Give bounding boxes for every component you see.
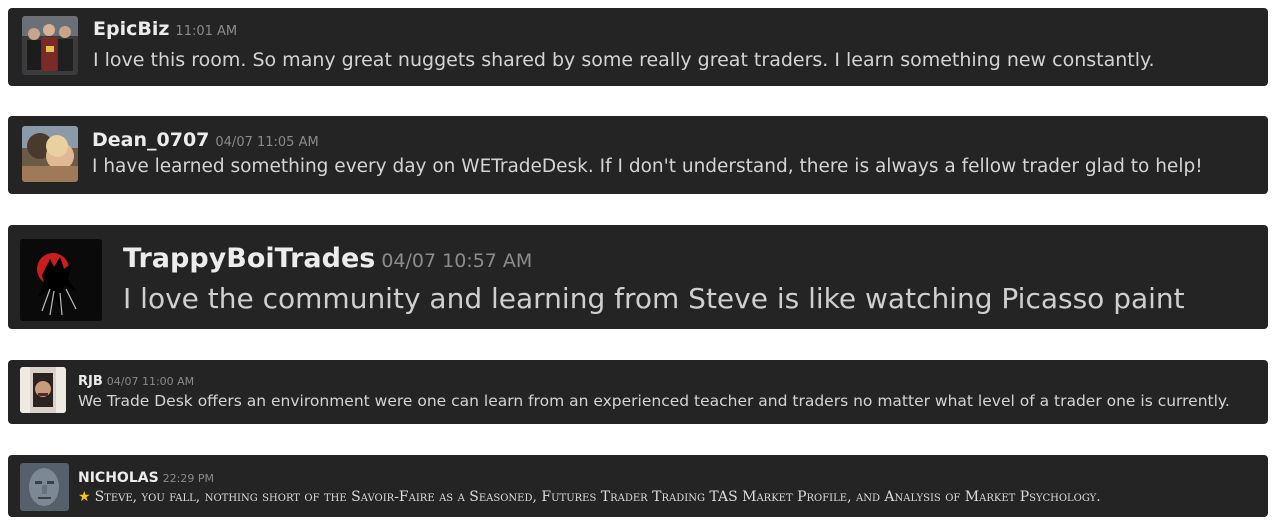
star-icon: ★ xyxy=(78,489,91,505)
group-photo-avatar-icon xyxy=(22,16,78,75)
message-header: TrappyBoiTrades 04/07 10:57 AM xyxy=(123,243,532,274)
username[interactable]: RJB xyxy=(78,374,103,389)
message-text: We Trade Desk offers an environment were… xyxy=(78,392,1230,410)
message-header: RJB 04/07 11:00 AM xyxy=(78,370,194,389)
username[interactable]: EpicBiz xyxy=(93,18,169,40)
message-header: EpicBiz 11:01 AM xyxy=(93,18,237,40)
chat-message: NICHOLAS 22:29 PM ★ Steve, you fall, nothi… xyxy=(8,455,1268,517)
message-text: ★ Steve, you fall, nothing short of the S… xyxy=(78,489,1101,505)
timestamp: 04/07 11:00 AM xyxy=(106,375,195,388)
timestamp: 11:01 AM xyxy=(175,24,238,39)
user-avatar[interactable] xyxy=(20,367,66,413)
chat-message: Dean_0707 04/07 11:05 AM I have learned s… xyxy=(8,116,1268,194)
chat-message: RJB 04/07 11:00 AM We Trade Desk offers a… xyxy=(8,360,1268,424)
chat-message: EpicBiz 11:01 AM I love this room. So man… xyxy=(8,8,1268,86)
message-body: Steve, you fall, nothing short of the Sa… xyxy=(94,489,1101,505)
timestamp: 04/07 11:05 AM xyxy=(215,135,319,150)
timestamp: 22:29 PM xyxy=(162,472,214,485)
username[interactable]: Dean_0707 xyxy=(92,129,209,151)
message-text: I love this room. So many great nuggets … xyxy=(93,49,1155,71)
message-header: Dean_0707 04/07 11:05 AM xyxy=(92,129,319,151)
user-avatar[interactable] xyxy=(20,239,102,321)
message-text: I have learned something every day on WE… xyxy=(92,156,1203,177)
user-avatar[interactable] xyxy=(20,463,69,511)
user-avatar[interactable] xyxy=(22,16,78,75)
user-avatar[interactable] xyxy=(22,126,78,182)
message-text: I love the community and learning from S… xyxy=(123,282,1185,315)
bat-silhouette-avatar-icon xyxy=(20,239,102,321)
chat-message: TrappyBoiTrades 04/07 10:57 AM I love the… xyxy=(8,225,1268,329)
timestamp: 04/07 10:57 AM xyxy=(381,250,533,272)
message-header: NICHOLAS 22:29 PM xyxy=(78,467,214,486)
face-in-door-avatar-icon xyxy=(20,367,66,413)
child-photo-avatar-icon xyxy=(22,126,78,182)
username[interactable]: NICHOLAS xyxy=(78,470,159,486)
stone-face-avatar-icon xyxy=(20,463,69,511)
username[interactable]: TrappyBoiTrades xyxy=(123,243,375,274)
